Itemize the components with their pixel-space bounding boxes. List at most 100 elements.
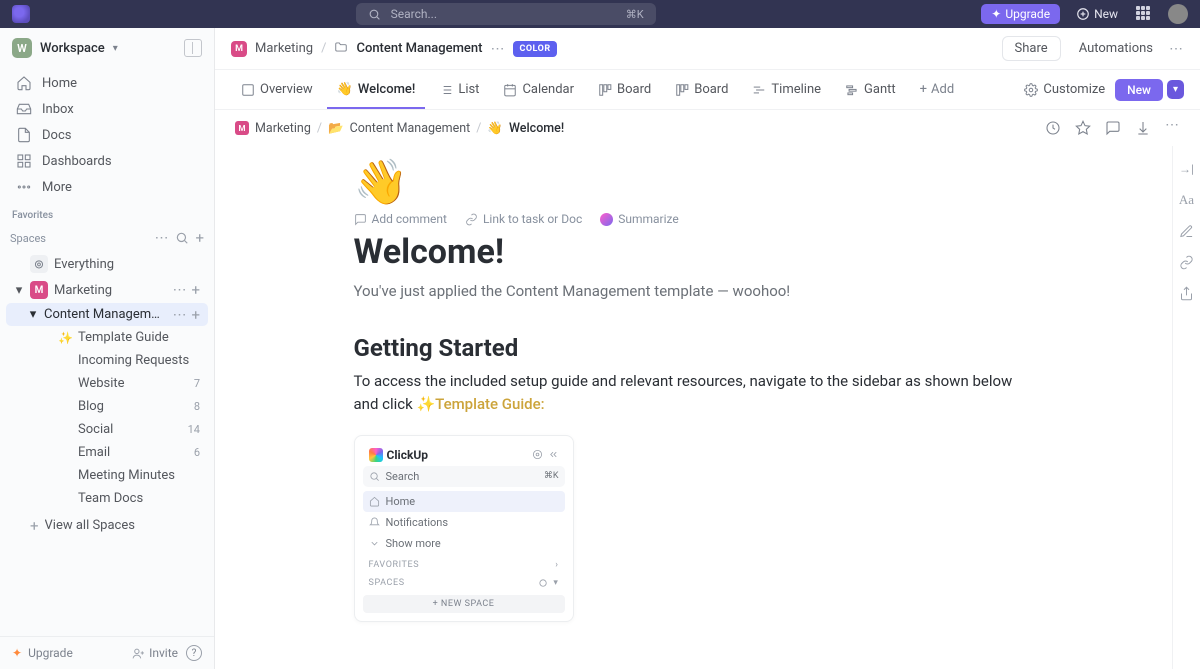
embed-spaces-header: SPACES▾ bbox=[363, 572, 565, 591]
board-icon bbox=[598, 83, 612, 97]
star-icon[interactable] bbox=[1075, 120, 1091, 136]
download-icon[interactable] bbox=[1135, 120, 1151, 136]
view-tabs: Overview 👋Welcome! List Calendar Board B… bbox=[215, 70, 1200, 110]
nav-docs[interactable]: Docs bbox=[6, 122, 208, 148]
spaces-more-icon[interactable]: ⋯ bbox=[154, 233, 169, 243]
view-all-spaces[interactable]: + View all Spaces bbox=[6, 514, 208, 537]
cm-more-icon[interactable]: ⋯ bbox=[172, 310, 187, 320]
share-icon[interactable] bbox=[1179, 286, 1194, 301]
new-button-top[interactable]: New bbox=[1076, 7, 1118, 21]
apps-grid-icon[interactable] bbox=[1136, 6, 1152, 22]
tab-board2[interactable]: Board bbox=[665, 70, 738, 109]
doc-emoji[interactable]: 👋 bbox=[354, 156, 1034, 208]
tree-content-management[interactable]: ▾ Content Management ⋯+ bbox=[6, 303, 208, 326]
tab-welcome[interactable]: 👋Welcome! bbox=[327, 70, 426, 109]
doc-crumb-folder[interactable]: Content Management bbox=[350, 121, 471, 136]
summarize-action[interactable]: Summarize bbox=[600, 212, 679, 226]
docs-icon bbox=[16, 127, 32, 143]
tree-item[interactable]: •Blog8 bbox=[6, 395, 208, 418]
crumb-more-icon[interactable]: ⋯ bbox=[490, 44, 505, 54]
upgrade-button[interactable]: ✦ Upgrade bbox=[981, 4, 1060, 24]
tree-item[interactable]: •Team Docs bbox=[6, 487, 208, 510]
panel-toggle-icon[interactable] bbox=[184, 39, 202, 57]
comment-icon[interactable] bbox=[1105, 120, 1121, 136]
breadcrumb-bar: M Marketing / Content Management ⋯ COLOR… bbox=[215, 28, 1200, 70]
search-icon bbox=[369, 471, 380, 482]
gantt-icon bbox=[845, 83, 859, 97]
new-button[interactable]: New bbox=[1115, 79, 1163, 101]
cm-add-icon[interactable]: + bbox=[191, 310, 200, 320]
marketing-badge: M bbox=[30, 281, 48, 299]
help-icon[interactable]: ? bbox=[186, 645, 202, 661]
tab-board1[interactable]: Board bbox=[588, 70, 661, 109]
marketing-more-icon[interactable]: ⋯ bbox=[172, 285, 187, 295]
tab-overview[interactable]: Overview bbox=[231, 70, 323, 109]
doc-paragraph[interactable]: To access the included setup guide and r… bbox=[354, 370, 1034, 417]
global-search[interactable]: Search... ⌘K bbox=[356, 3, 656, 25]
crumb-folder[interactable]: Content Management bbox=[356, 41, 482, 56]
nav-inbox[interactable]: Inbox bbox=[6, 96, 208, 122]
chevron-down-icon[interactable]: ▾ bbox=[14, 283, 24, 298]
typography-icon[interactable]: Aa bbox=[1179, 192, 1194, 208]
wave-emoji-icon: 👋 bbox=[487, 121, 503, 136]
nav-home[interactable]: Home bbox=[6, 70, 208, 96]
tree-item[interactable]: •Website7 bbox=[6, 372, 208, 395]
tree-item[interactable]: •Social14 bbox=[6, 418, 208, 441]
tree-everything[interactable]: ◎ Everything bbox=[6, 251, 208, 277]
doc-subtitle[interactable]: You've just applied the Content Manageme… bbox=[354, 282, 1034, 300]
color-badge[interactable]: COLOR bbox=[513, 41, 556, 57]
nav-more[interactable]: More bbox=[6, 174, 208, 200]
template-guide-link[interactable]: Template Guide: bbox=[435, 395, 544, 413]
add-comment-action[interactable]: Add comment bbox=[354, 212, 447, 226]
embed-spaces-label: SPACES bbox=[369, 578, 405, 588]
customize-button[interactable]: Customize bbox=[1024, 82, 1105, 97]
footer-upgrade[interactable]: Upgrade bbox=[28, 646, 73, 660]
tree-item[interactable]: •Incoming Requests bbox=[6, 349, 208, 372]
folder-icon bbox=[334, 40, 348, 58]
spaces-header: Spaces ⋯ + bbox=[0, 225, 214, 251]
doc-title[interactable]: Welcome! bbox=[354, 232, 1034, 272]
favorites-header[interactable]: Favorites bbox=[0, 202, 214, 225]
doc-more-icon[interactable]: ⋯ bbox=[1165, 120, 1180, 136]
nav-dashboards[interactable]: Dashboards bbox=[6, 148, 208, 174]
crumb-marketing[interactable]: Marketing bbox=[255, 41, 313, 56]
workspace-switcher[interactable]: W Workspace ▾ bbox=[0, 28, 214, 68]
list-icon bbox=[439, 83, 453, 97]
link-task-action[interactable]: Link to task or Doc bbox=[465, 212, 582, 226]
avatar[interactable] bbox=[1168, 4, 1188, 24]
list-item-count: 8 bbox=[194, 400, 200, 413]
chevron-down-icon[interactable]: ▾ bbox=[28, 307, 38, 322]
new-dropdown[interactable]: ▾ bbox=[1167, 80, 1184, 99]
marketing-add-icon[interactable]: + bbox=[191, 285, 200, 295]
tree-marketing[interactable]: ▾ M Marketing ⋯+ bbox=[6, 277, 208, 303]
gear-icon bbox=[532, 449, 543, 460]
tab-gantt-label: Gantt bbox=[864, 82, 896, 97]
tree-item[interactable]: •Meeting Minutes bbox=[6, 464, 208, 487]
doc-crumb-marketing[interactable]: Marketing bbox=[255, 121, 311, 136]
tab-gantt[interactable]: Gantt bbox=[835, 70, 906, 109]
wave-icon: 👋 bbox=[337, 82, 353, 97]
spaces-search-icon[interactable] bbox=[175, 231, 189, 245]
history-icon[interactable] bbox=[1045, 120, 1061, 136]
spaces-add-icon[interactable]: + bbox=[195, 233, 204, 243]
invite-button[interactable]: Invite bbox=[132, 646, 178, 660]
tab-timeline[interactable]: Timeline bbox=[742, 70, 831, 109]
share-button[interactable]: Share bbox=[1002, 36, 1061, 61]
embed-notifications: Notifications bbox=[363, 512, 565, 533]
tree-item[interactable]: •Email6 bbox=[6, 441, 208, 464]
user-plus-icon bbox=[132, 647, 145, 660]
doc-crumb-page[interactable]: Welcome! bbox=[509, 121, 564, 136]
tab-calendar[interactable]: Calendar bbox=[493, 70, 584, 109]
doc-heading-getting-started[interactable]: Getting Started bbox=[354, 334, 1034, 362]
edit-icon[interactable] bbox=[1179, 224, 1194, 239]
automations-button[interactable]: Automations bbox=[1079, 41, 1153, 56]
collapse-rail-icon[interactable]: →| bbox=[1179, 162, 1194, 176]
clickup-brand-label: ClickUp bbox=[387, 448, 429, 462]
list-item-count: 6 bbox=[194, 446, 200, 459]
list-item-count: 7 bbox=[194, 377, 200, 390]
header-more-icon[interactable]: ⋯ bbox=[1169, 44, 1184, 54]
link-icon[interactable] bbox=[1179, 255, 1194, 270]
tree-item[interactable]: ✨Template Guide bbox=[6, 326, 208, 349]
add-view-button[interactable]: +Add bbox=[910, 82, 965, 97]
tab-list[interactable]: List bbox=[429, 70, 489, 109]
